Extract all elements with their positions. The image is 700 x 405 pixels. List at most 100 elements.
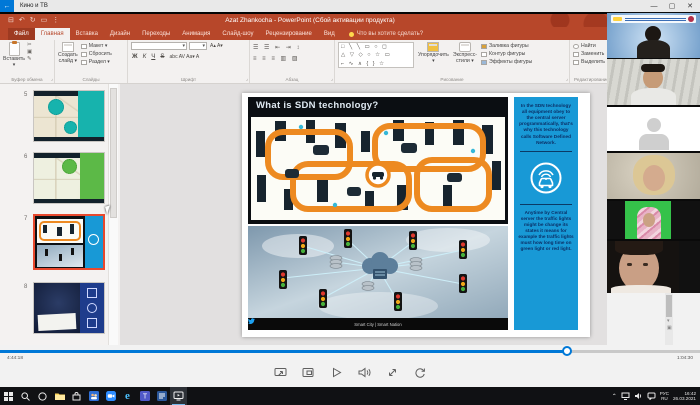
paragraph-buttons-row2[interactable]: ≡ ≡ ≡ ▥ ▨ <box>253 55 331 62</box>
participant-video-3[interactable] <box>607 153 700 199</box>
slide-thumbnail-8[interactable] <box>33 282 105 334</box>
language-indicator[interactable]: РУС RU <box>660 391 669 402</box>
shape-fill-button[interactable]: Заливка фигуры <box>481 43 532 49</box>
app-titlebar: ← Кино и ТВ — ▢ ✕ <box>0 0 700 12</box>
meeting-footer-icons[interactable]: ▾▣ <box>667 319 672 331</box>
tab-view[interactable]: Вид <box>318 28 341 40</box>
arrange-button[interactable]: Упорядочить ▾ <box>418 42 449 68</box>
shapes-gallery[interactable]: □ ╲ ╲ ▭ ○ ◻ △ ▽ ◇ ○ ☆ ▭ ⌐ ∿ ∧ { } ☆ <box>338 42 414 68</box>
teams-icon[interactable]: T <box>136 387 153 405</box>
slide-thumbnail-panel: 5 6 7 <box>0 84 120 345</box>
reset-button[interactable]: Сбросить <box>81 51 112 57</box>
tell-me-box[interactable]: Что вы хотите сделать? <box>349 31 423 40</box>
tab-slideshow[interactable]: Слайд-шоу <box>216 28 259 40</box>
people-app-icon[interactable] <box>85 387 102 405</box>
search-icon[interactable] <box>17 387 34 405</box>
shape-effects-button[interactable]: Эффекты фигуры <box>481 59 532 65</box>
qat-more-icon[interactable]: ⋮ <box>52 17 59 24</box>
edge-browser-icon[interactable]: e <box>119 387 136 405</box>
copy-icon[interactable]: ▣ <box>27 49 32 55</box>
undo-icon[interactable]: ↶ <box>19 17 25 24</box>
tab-animations[interactable]: Анимация <box>176 28 216 40</box>
tab-file[interactable]: Файл <box>8 28 35 40</box>
italic-button[interactable]: К <box>142 53 148 60</box>
tab-transitions[interactable]: Переходы <box>136 28 176 40</box>
seek-handle[interactable] <box>562 346 572 356</box>
save-icon[interactable]: ⊟ <box>8 17 14 24</box>
slide-info-panel: In the SDN technology all equipment obey… <box>514 97 578 330</box>
slide-number-8: 8 <box>24 284 27 290</box>
volume-tray-icon[interactable] <box>634 387 643 405</box>
tab-review[interactable]: Рецензирование <box>260 28 318 40</box>
underline-button[interactable]: Ч <box>150 53 156 60</box>
fullscreen-icon[interactable] <box>384 364 400 380</box>
twitter-bird-icon <box>248 318 255 324</box>
font-name-combobox[interactable]: ▾ <box>131 42 187 50</box>
movies-tv-app-icon[interactable] <box>170 387 187 405</box>
volume-icon[interactable] <box>356 364 372 380</box>
traffic-network-illustration <box>248 226 508 318</box>
new-slide-button[interactable]: Создать слайд ▾ <box>58 42 78 65</box>
dialog-launcher-icon[interactable]: ⌟ <box>246 76 248 82</box>
paste-button[interactable]: Вставить ▾ <box>3 42 25 69</box>
strikethrough-button[interactable]: S <box>159 53 165 60</box>
current-slide[interactable]: What is SDN technology? <box>242 93 590 337</box>
section-button[interactable]: Раздел ▾ <box>81 59 112 65</box>
close-button[interactable]: ✕ <box>682 0 698 12</box>
thumbnail-scrollbar[interactable] <box>108 84 118 345</box>
connected-car-icon <box>529 161 563 195</box>
seek-bar[interactable] <box>0 350 700 353</box>
clock[interactable]: 16:42 26.03.2021 <box>673 391 696 402</box>
office-app-icon[interactable] <box>153 387 170 405</box>
tab-design[interactable]: Дизайн <box>104 28 136 40</box>
store-icon[interactable] <box>68 387 85 405</box>
group-paragraph: ☰ ☰ ⇤ ⇥ ↕ ≡ ≡ ≡ ▥ ▨ Абзац ⌟ <box>250 40 335 83</box>
participant-video-4[interactable] <box>607 201 700 239</box>
back-button[interactable]: ← <box>0 0 14 12</box>
start-button[interactable] <box>0 387 17 405</box>
video-call-app-icon[interactable] <box>102 387 119 405</box>
shape-outline-button[interactable]: Контур фигуры <box>481 51 532 57</box>
network-icon[interactable] <box>621 387 630 405</box>
group-drawing: □ ╲ ╲ ▭ ○ ◻ △ ▽ ◇ ○ ☆ ▭ ⌐ ∿ ∧ { } ☆ Упор… <box>335 40 570 83</box>
dialog-launcher-icon[interactable]: ⌟ <box>51 76 53 82</box>
participant-video-2[interactable] <box>607 59 700 105</box>
theater-mode-icon[interactable] <box>300 364 316 380</box>
change-case-buttons[interactable]: A▴ A▾ <box>209 43 224 49</box>
layout-button[interactable]: Макет ▾ <box>81 43 112 49</box>
cast-icon[interactable] <box>272 364 288 380</box>
slide-thumbnail-5[interactable] <box>33 90 105 142</box>
maximize-button[interactable]: ▢ <box>664 0 680 12</box>
cut-icon[interactable]: ✂ <box>27 42 32 48</box>
quick-styles-button[interactable]: Экспресс- стили ▾ <box>453 42 477 68</box>
file-explorer-icon[interactable] <box>51 387 68 405</box>
dialog-launcher-icon[interactable]: ⌟ <box>566 76 568 82</box>
notification-icon[interactable] <box>647 387 656 405</box>
font-size-combobox[interactable]: ▾ <box>189 42 207 50</box>
slide-thumbnail-7-selected[interactable] <box>33 214 105 270</box>
paragraph-buttons-row1[interactable]: ☰ ☰ ⇤ ⇥ ↕ <box>253 44 331 51</box>
tab-home[interactable]: Главная <box>35 28 70 40</box>
slideshow-icon[interactable]: ▭ <box>41 17 48 24</box>
task-view-icon[interactable] <box>34 387 51 405</box>
tray-expand-icon[interactable]: ⌃ <box>612 393 617 400</box>
minimize-button[interactable]: — <box>646 0 662 12</box>
dialog-launcher-icon[interactable]: ⌟ <box>331 76 333 82</box>
system-tray: ⌃ РУС RU 16:42 26.03.2021 <box>612 387 700 405</box>
redo-icon[interactable]: ↻ <box>30 17 36 24</box>
info-text-bottom: Anytime by Central server the traffic li… <box>518 210 574 253</box>
font-extra-buttons[interactable]: abc AV Aa▾ A <box>169 54 201 60</box>
app-title: Кино и ТВ <box>20 3 646 9</box>
quick-access-toolbar: ⊟ ↶ ↻ ▭ ⋮ <box>8 17 59 24</box>
participant-video-1[interactable] <box>607 13 700 58</box>
bold-button[interactable]: Ж <box>131 53 139 60</box>
play-icon[interactable] <box>328 364 344 380</box>
lightbulb-icon <box>349 32 354 37</box>
tab-insert[interactable]: Вставка <box>70 28 104 40</box>
repeat-icon[interactable] <box>412 364 428 380</box>
participant-video-5[interactable] <box>607 241 700 293</box>
slide-thumbnail-6[interactable] <box>33 152 105 204</box>
video-playback-area[interactable]: ⊟ ↶ ↻ ▭ ⋮ Azat Zhankocha - PowerPoint (С… <box>0 12 700 345</box>
participant-avatar-placeholder[interactable] <box>607 107 700 151</box>
format-painter-icon[interactable]: ✎ <box>27 56 32 62</box>
